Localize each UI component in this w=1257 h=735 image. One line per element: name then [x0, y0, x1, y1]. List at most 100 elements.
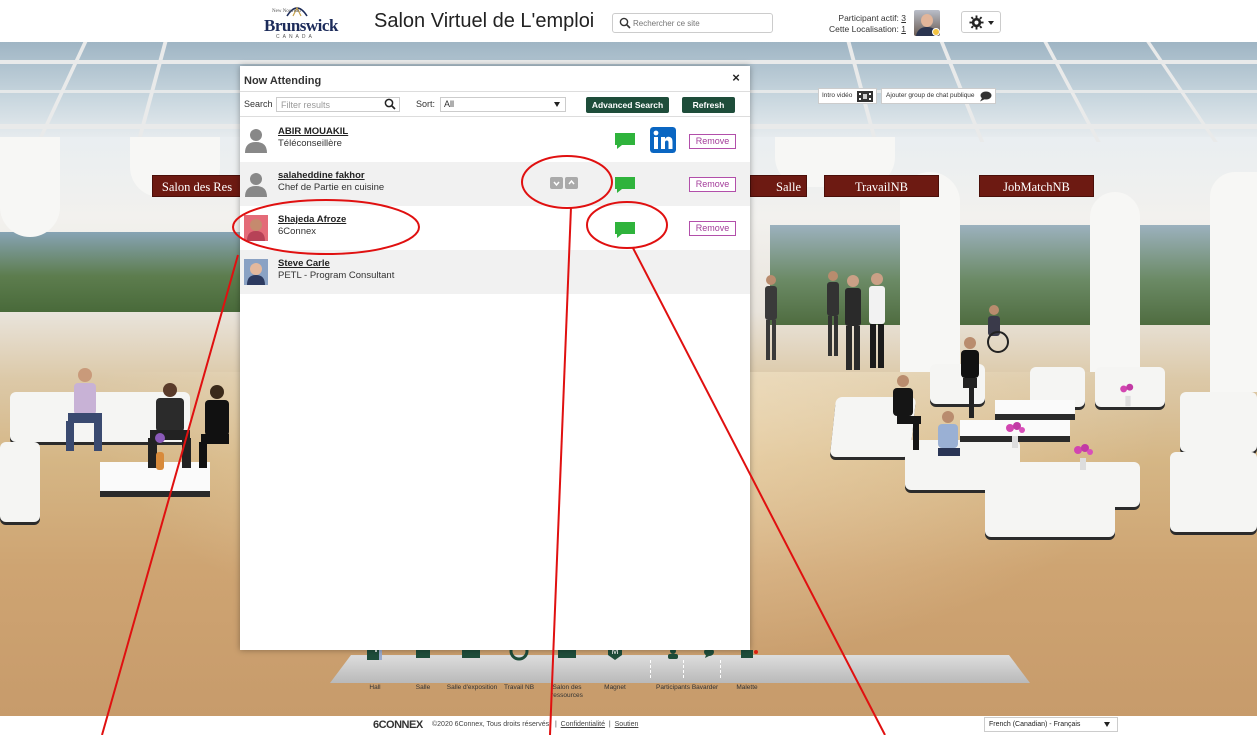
modal-title: Now Attending — [244, 75, 322, 87]
active-participants-count[interactable]: 3 — [901, 13, 906, 23]
notification-dot — [754, 650, 758, 654]
flowers-icon — [1120, 383, 1134, 407]
remove-button[interactable]: Remove — [689, 134, 736, 149]
seated-person — [148, 383, 191, 468]
remove-button[interactable]: Remove — [689, 177, 736, 192]
chevron-down-icon — [554, 102, 560, 107]
participant-stats: Participant actif: 3 Cette Localisation:… — [800, 13, 906, 35]
dock-label: Malette — [736, 684, 758, 691]
footer-links: ©2020 6Connex, Tous droits réservés. | C… — [432, 721, 638, 728]
flowers-icon — [1074, 444, 1093, 470]
intro-video-label: Intro vidéo — [822, 92, 853, 99]
dock-label: Salon des ressources — [551, 684, 583, 699]
standing-person — [869, 273, 885, 368]
site-title: Salon Virtuel de L'emploi — [374, 10, 595, 32]
location-label: Cette Localisation: — [828, 24, 899, 34]
top-header: New Nouveau Brunswick CANADA Salon Virtu… — [0, 0, 1257, 42]
linkedin-icon[interactable] — [650, 127, 676, 153]
attendee-name[interactable]: Steve Carle — [278, 258, 330, 269]
dock-divider — [683, 660, 684, 678]
dock-label: Salle — [415, 684, 431, 691]
dock-divider — [720, 660, 721, 678]
add-public-chat-group-label: Ajouter group de chat publique — [886, 92, 975, 99]
flowers-icon — [1006, 422, 1025, 448]
dock-label: Travail NB — [503, 684, 535, 691]
status-badge — [932, 28, 940, 36]
chat-icon[interactable] — [614, 132, 636, 150]
user-avatar[interactable] — [914, 10, 940, 36]
chat-bubbles-icon — [979, 91, 992, 102]
search-icon — [619, 17, 631, 29]
site-search-input[interactable] — [633, 16, 769, 31]
dock-label: Hall — [369, 684, 381, 691]
attendee-row: Shajeda Afroze 6Connex Remove — [240, 206, 750, 250]
copyright-text: ©2020 6Connex, Tous droits réservés. — [432, 721, 552, 728]
language-value: French (Canadian) - Français — [989, 721, 1081, 728]
avatar — [244, 215, 268, 241]
banner-salon-ressources[interactable]: Salon des Res — [152, 175, 242, 197]
language-select[interactable]: French (Canadian) - Français — [984, 717, 1118, 732]
dock-divider — [650, 660, 651, 678]
dock-label: Salle d'exposition — [446, 684, 498, 691]
attendee-title: Téléconseillère — [278, 138, 342, 149]
remove-button[interactable]: Remove — [689, 221, 736, 236]
person-silhouette-icon — [245, 173, 267, 197]
active-participants-label: Participant actif: — [838, 13, 899, 23]
chevron-down-icon — [1104, 722, 1110, 727]
footer-separator: | — [608, 721, 611, 728]
privacy-link[interactable]: Confidentialité — [561, 721, 605, 728]
avatar — [244, 259, 268, 285]
attendee-name[interactable]: salaheddine fakhor — [278, 170, 365, 181]
advanced-search-button[interactable]: Advanced Search — [586, 97, 669, 113]
filter-bar: Search Sort: All Advanced Search Refresh — [240, 93, 750, 117]
standing-person — [827, 271, 839, 356]
site-search-box[interactable] — [612, 13, 773, 33]
vase-icon — [155, 433, 165, 470]
attendee-row: ABIR MOUAKIL Téléconseillère Remove — [240, 118, 750, 162]
seated-person — [893, 375, 921, 450]
logo-country: CANADA — [276, 34, 315, 40]
footer-separator: | — [554, 721, 557, 728]
lounge-sofa — [1170, 452, 1257, 532]
dock-label: Magnet — [604, 684, 626, 691]
banner-travailnb[interactable]: TravailNB — [824, 175, 939, 197]
intro-video-button[interactable]: Intro vidéo — [818, 88, 878, 104]
modal-header: Now Attending × — [240, 66, 750, 92]
attendee-name[interactable]: Shajeda Afroze — [278, 214, 346, 225]
close-icon[interactable]: × — [729, 71, 743, 85]
settings-menu-button[interactable] — [961, 11, 1001, 33]
gear-icon — [969, 15, 984, 30]
add-public-chat-group-button[interactable]: Ajouter group de chat publique — [881, 88, 996, 104]
filter-results-input[interactable] — [276, 97, 400, 112]
video-icon — [857, 91, 874, 102]
footer: 6CONNEX ©2020 6Connex, Tous droits réser… — [0, 716, 1257, 735]
chat-icon[interactable] — [614, 221, 636, 239]
logo-small-text: New Nouveau — [272, 9, 301, 14]
chevron-down-icon — [988, 21, 994, 25]
seated-person — [66, 368, 102, 451]
sort-select[interactable]: All — [440, 97, 566, 112]
business-card-icon[interactable] — [550, 176, 580, 190]
location-count[interactable]: 1 — [901, 24, 906, 34]
new-brunswick-logo[interactable]: New Nouveau Brunswick CANADA — [262, 3, 338, 40]
seated-person — [938, 411, 960, 456]
person-silhouette-icon — [245, 129, 267, 153]
chat-icon[interactable] — [614, 176, 636, 194]
banner-salle[interactable]: Salle — [750, 175, 807, 197]
support-link[interactable]: Soutien — [615, 721, 639, 728]
banner-jobmatchnb[interactable]: JobMatchNB — [979, 175, 1094, 197]
sort-value: All — [444, 99, 455, 109]
search-icon[interactable] — [384, 98, 396, 110]
lounge-table — [995, 400, 1075, 420]
refresh-button[interactable]: Refresh — [682, 97, 735, 113]
search-label: Search — [244, 99, 273, 109]
attendee-title: 6Connex — [278, 226, 317, 237]
seated-person — [199, 385, 229, 468]
logo-wordmark: Brunswick — [264, 16, 338, 35]
attendee-title: PETL - Program Consultant — [278, 270, 395, 281]
lounge-sofa — [1180, 392, 1257, 452]
attendee-row: salaheddine fakhor Chef de Partie en cui… — [240, 162, 750, 206]
6connex-logo: 6CONNEX — [373, 719, 423, 731]
now-attending-modal: Now Attending × Search Sort: All Advance… — [240, 66, 750, 650]
attendee-name[interactable]: ABIR MOUAKIL — [278, 126, 348, 137]
